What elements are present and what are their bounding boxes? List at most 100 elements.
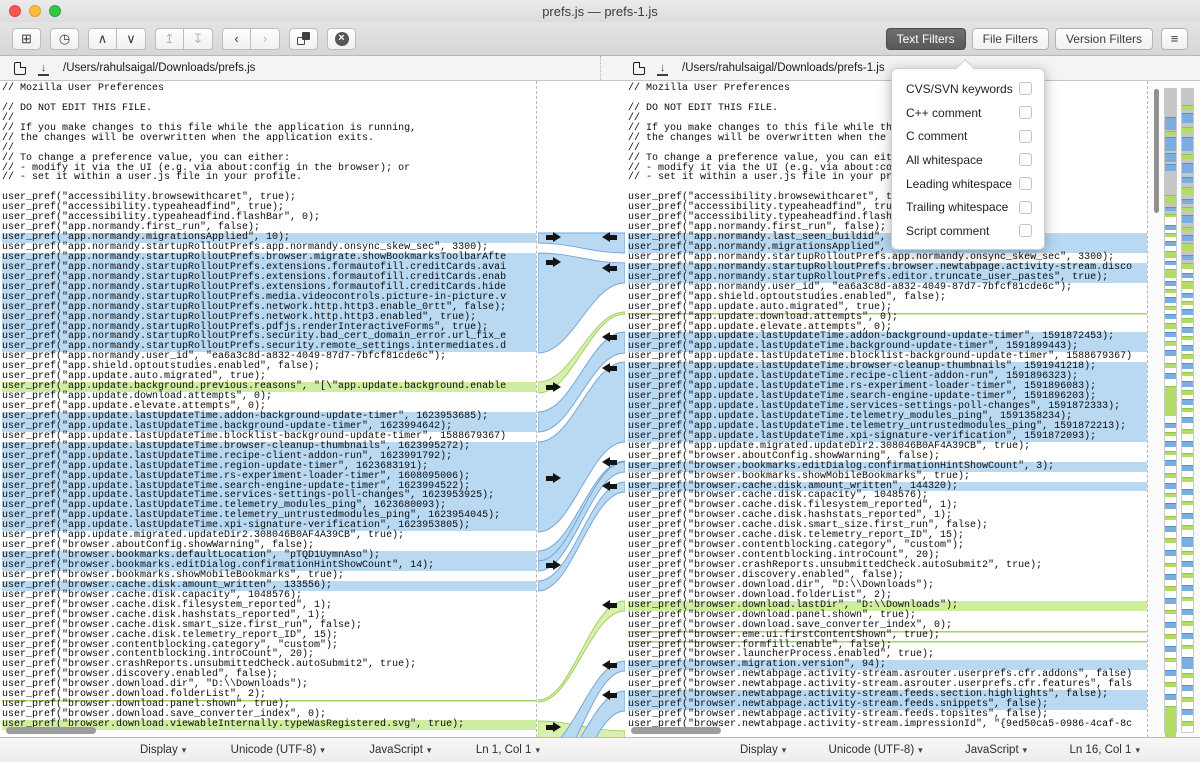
previous-change-button[interactable]: ∧ — [88, 28, 117, 50]
merge-left-arrow-icon[interactable] — [602, 363, 617, 374]
left-code-pane[interactable]: // Mozilla User Preferences // DO NOT ED… — [0, 81, 537, 737]
merge-right-arrow-icon[interactable] — [546, 473, 561, 484]
code-line: // the changes will be overwritten when … — [2, 134, 536, 144]
cursor-position-menu[interactable]: Ln 16, Col 1▾ — [1069, 744, 1140, 756]
checkbox-icon[interactable] — [1019, 224, 1032, 237]
close-window-icon[interactable] — [9, 5, 21, 17]
checkbox-icon[interactable] — [1019, 201, 1032, 214]
download-icon[interactable]: ↓ — [657, 62, 668, 75]
language-menu[interactable]: JavaScript▾ — [369, 744, 431, 756]
caret-down-icon: ▾ — [918, 745, 923, 756]
vertical-scrollbar[interactable] — [1154, 89, 1159, 213]
merge-right-arrow-icon[interactable] — [546, 722, 561, 733]
close-button[interactable]: × — [327, 28, 356, 50]
merge-left-arrow-icon[interactable] — [602, 481, 617, 492]
minimap-added-segment — [1165, 682, 1176, 687]
hamburger-menu-icon[interactable]: ≡ — [1161, 28, 1188, 50]
previous-file-button[interactable]: ‹ — [222, 28, 251, 50]
minimap-changed-segment — [1182, 255, 1193, 260]
minimap-left-file[interactable] — [1164, 88, 1177, 733]
minimap-changed-segment — [1182, 235, 1193, 241]
minimap-changed-segment — [1182, 441, 1193, 447]
minimap-added-segment — [1182, 501, 1193, 505]
next-change-button[interactable]: ∨ — [117, 28, 146, 50]
merge-right-arrow-icon[interactable] — [546, 257, 561, 268]
language-menu[interactable]: JavaScript▾ — [965, 744, 1027, 756]
display-menu[interactable]: Display▾ — [140, 744, 186, 756]
minimap-changed-segment — [1165, 137, 1176, 151]
merge-left-arrow-icon[interactable] — [602, 232, 617, 243]
minimap-changed-segment — [1165, 423, 1176, 428]
next-change-icon: ∨ — [126, 31, 136, 47]
document-icon[interactable] — [633, 62, 645, 75]
code-line: // To change a preference value, you can… — [2, 154, 536, 164]
minimap-added-segment — [1182, 551, 1193, 555]
zoom-window-icon[interactable] — [49, 5, 61, 17]
minimap-changed-segment — [1182, 309, 1193, 315]
minimap-added-segment — [1182, 453, 1193, 457]
merge-left-arrow-icon[interactable] — [602, 263, 617, 274]
right-code-pane[interactable]: // Mozilla User Preferences // DO NOT ED… — [625, 81, 1148, 737]
next-file-button[interactable]: › — [251, 28, 280, 50]
new-comparison-button[interactable]: ⊞ — [12, 28, 41, 50]
merge-left-arrow-icon[interactable] — [602, 332, 617, 343]
merge-left-arrow-icon[interactable] — [602, 690, 617, 701]
minimap-changed-segment — [1182, 399, 1193, 405]
history-button[interactable]: ◷ — [50, 28, 79, 50]
filter-option-row[interactable]: Script comment — [892, 219, 1044, 243]
merge-left-arrow-icon[interactable] — [602, 457, 617, 468]
code-line: // Mozilla User Preferences — [628, 84, 1147, 94]
file-filters-button[interactable]: File Filters — [972, 28, 1049, 50]
minimap-changed-segment — [1182, 113, 1193, 123]
checkbox-icon[interactable] — [1019, 153, 1032, 166]
document-icon[interactable] — [14, 62, 26, 75]
minimap-changed-segment — [1182, 273, 1193, 278]
checkbox-icon[interactable] — [1019, 82, 1032, 95]
minimize-window-icon[interactable] — [29, 5, 41, 17]
minimap-added-segment — [1182, 372, 1193, 376]
minimap-changed-segment — [1165, 550, 1176, 556]
first-change-button[interactable]: ↥ — [155, 28, 184, 50]
merge-right-arrow-icon[interactable] — [546, 232, 561, 243]
minimap-changed-segment — [1165, 503, 1176, 509]
merge-left-arrow-icon[interactable] — [602, 600, 617, 611]
text-filters-button[interactable]: Text Filters — [886, 28, 966, 50]
checkbox-icon[interactable] — [1019, 130, 1032, 143]
right-file-path[interactable]: /Users/rahulsaigal/Downloads/prefs-1.js — [682, 62, 885, 74]
download-icon[interactable]: ↓ — [38, 62, 49, 75]
filter-option-row[interactable]: C comment — [892, 124, 1044, 148]
minimap-changed-segment — [1165, 694, 1176, 700]
version-filters-button[interactable]: Version Filters — [1055, 28, 1153, 50]
right-status-section: Display▾ Unicode (UTF-8)▾ JavaScript▾ Ln… — [600, 738, 1200, 762]
previous-file-icon: ‹ — [234, 31, 238, 46]
checkbox-icon[interactable] — [1019, 106, 1032, 119]
minimap-added-segment — [1182, 263, 1193, 269]
minimap-changed-segment — [1165, 598, 1176, 604]
filter-option-row[interactable]: CVS/SVN keywords — [892, 77, 1044, 101]
minimap-changed-segment — [1165, 526, 1176, 532]
encoding-menu[interactable]: Unicode (UTF-8)▾ — [829, 744, 923, 756]
filter-option-row[interactable]: All whitespace — [892, 148, 1044, 172]
minimap-right-file[interactable] — [1181, 88, 1194, 733]
merge-left-arrow-icon[interactable] — [602, 660, 617, 671]
code-line: // Mozilla User Preferences — [2, 84, 536, 94]
code-line: user_pref("app.normandy.startupRolloutPr… — [2, 313, 536, 323]
minimap-added-segment — [1165, 451, 1176, 455]
minimap-changed-segment — [1182, 293, 1193, 298]
filter-option-row[interactable]: Trailing whitespace — [892, 195, 1044, 219]
left-file-path[interactable]: /Users/rahulsaigal/Downloads/prefs.js — [63, 62, 255, 74]
checkbox-icon[interactable] — [1019, 177, 1032, 190]
minimap-added-segment — [1182, 408, 1193, 412]
merge-right-arrow-icon[interactable] — [546, 560, 561, 571]
display-menu[interactable]: Display▾ — [740, 744, 786, 756]
horizontal-scrollbar-right[interactable] — [631, 727, 721, 734]
horizontal-scrollbar-left[interactable] — [6, 727, 96, 734]
last-change-button[interactable]: ↧ — [184, 28, 213, 50]
cursor-position-menu[interactable]: Ln 1, Col 1▾ — [476, 744, 540, 756]
merge-button[interactable] — [289, 28, 318, 50]
filter-option-row[interactable]: Leading whitespace — [892, 172, 1044, 196]
filter-option-row[interactable]: C++ comment — [892, 101, 1044, 125]
encoding-menu[interactable]: Unicode (UTF-8)▾ — [231, 744, 325, 756]
minimap-changed-segment — [1165, 261, 1176, 265]
merge-right-arrow-icon[interactable] — [546, 382, 561, 393]
